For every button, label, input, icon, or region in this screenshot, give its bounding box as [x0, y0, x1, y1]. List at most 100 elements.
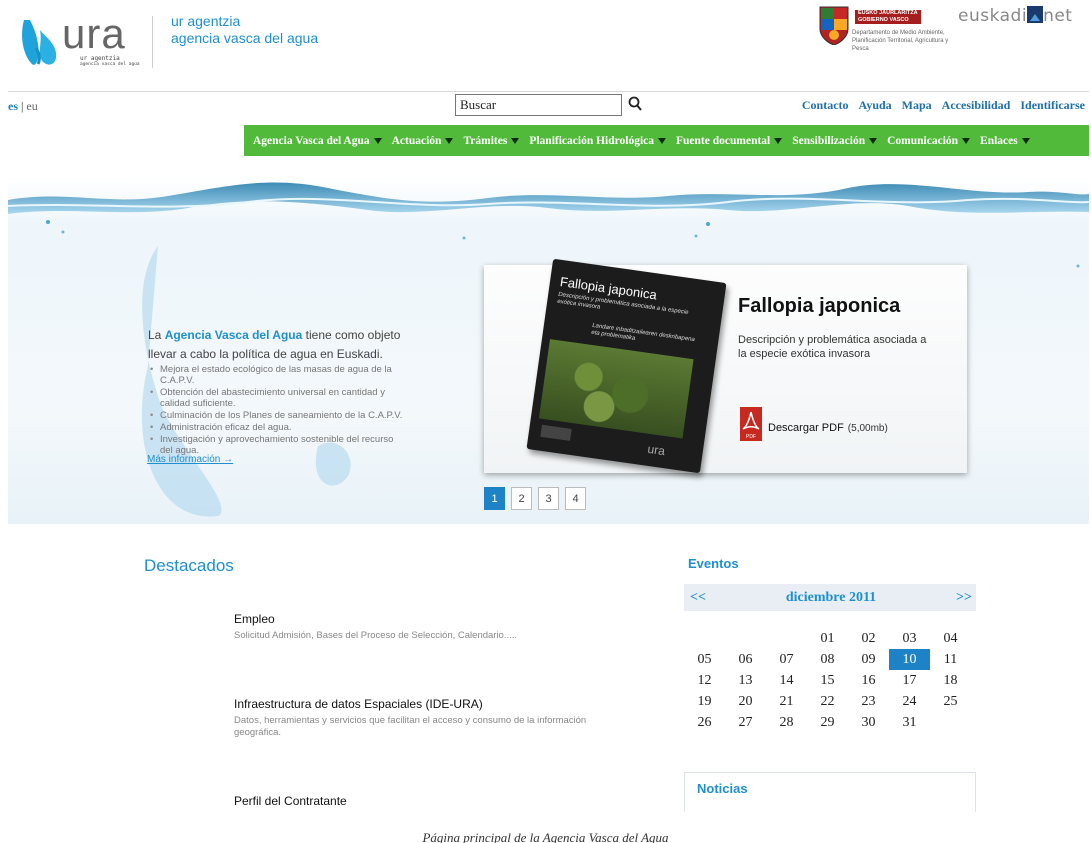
calendar-day[interactable]: 11	[930, 649, 971, 670]
destacado-title: Infraestructura de datos Espaciales (IDE…	[234, 697, 483, 711]
destacado-perfil[interactable]: Perfil del Contratante	[234, 794, 604, 808]
calendar-day[interactable]: 25	[930, 691, 971, 712]
dropdown-arrow-icon	[658, 137, 667, 144]
dropdown-arrow-icon	[869, 137, 878, 144]
calendar-next-button[interactable]: >>	[956, 590, 972, 606]
calendar-day[interactable]: 28	[766, 712, 807, 733]
header: ura ur agentzia agencia vasca del agua u…	[0, 0, 1091, 90]
calendar-day[interactable]: 20	[725, 691, 766, 712]
calendar-day[interactable]: 12	[684, 670, 725, 691]
calendar-day[interactable]: 02	[848, 628, 889, 649]
lang-eu[interactable]: eu	[26, 99, 37, 113]
calendar-day[interactable]: 22	[807, 691, 848, 712]
nav-fuente[interactable]: Fuente documental	[676, 135, 783, 147]
dropdown-arrow-icon	[1021, 137, 1030, 144]
calendar-day[interactable]: 04	[930, 628, 971, 649]
calendar-day[interactable]: 27	[725, 712, 766, 733]
dropdown-arrow-icon	[511, 137, 520, 144]
calendar-day[interactable]: 08	[807, 649, 848, 670]
calendar-day[interactable]: 07	[766, 649, 807, 670]
pdf-badge: PDF	[746, 434, 756, 440]
site-name: ur agentzia agencia vasca del agua	[171, 13, 318, 47]
site-name-line1: ur agentzia	[171, 13, 241, 29]
calendar-day[interactable]: 19	[684, 691, 725, 712]
card-title: Fallopia japonica	[738, 295, 901, 317]
lang-es[interactable]: es	[8, 99, 18, 113]
calendar-day[interactable]: 18	[930, 670, 971, 691]
coat-of-arms-icon	[819, 6, 849, 45]
calendar-day[interactable]: 21	[766, 691, 807, 712]
nav-tramites[interactable]: Trámites	[463, 134, 520, 147]
book-gov-mark	[540, 424, 572, 441]
calendar-day[interactable]: 15	[807, 670, 848, 691]
noticias-box: Noticias	[684, 772, 976, 812]
search-input[interactable]	[455, 94, 622, 116]
destacado-empleo[interactable]: Empleo Solicitud Admisión, Bases del Pro…	[234, 612, 604, 642]
logo-subtitle-line2: agencia vasca del agua	[80, 62, 140, 67]
list-item: Administración eficaz del agua.	[148, 422, 403, 433]
header-divider	[8, 91, 1089, 92]
link-identificarse[interactable]: Identificarse	[1020, 98, 1085, 113]
calendar-day[interactable]: 29	[807, 712, 848, 733]
calendar-day[interactable]: 26	[684, 712, 725, 733]
nav-comunicacion[interactable]: Comunicación	[887, 135, 971, 147]
list-item: Mejora el estado ecológico de las masas …	[148, 364, 403, 386]
nav-sensibilizacion[interactable]: Sensibilización	[792, 134, 878, 147]
pager-page-3[interactable]: 3	[538, 487, 559, 510]
calendar-day[interactable]: 14	[766, 670, 807, 691]
calendar-day[interactable]: 09	[848, 649, 889, 670]
calendar-prev-button[interactable]: <<	[690, 590, 706, 606]
language-switcher: es | eu	[8, 99, 38, 114]
calendar-day[interactable]: 06	[725, 649, 766, 670]
pager-page-4[interactable]: 4	[565, 487, 586, 510]
link-mapa[interactable]: Mapa	[902, 98, 932, 113]
calendar-empty-cell	[725, 628, 766, 649]
logo-wordmark: ura	[62, 10, 126, 57]
pager-page-1[interactable]: 1	[484, 487, 505, 510]
main-nav: Agencia Vasca del Agua Actuación Trámite…	[244, 125, 1089, 156]
pdf-icon[interactable]: PDF	[740, 407, 762, 441]
destacado-title: Empleo	[234, 612, 275, 626]
featured-card: Fallopia japonica Descripción y problemá…	[484, 258, 967, 474]
calendar-day[interactable]: 10	[889, 649, 930, 670]
euskadi-net-logo[interactable]: euskadi net	[958, 6, 1072, 26]
calendar-day[interactable]: 23	[848, 691, 889, 712]
gov-name-line2: GOBIERNO VASCO	[858, 17, 909, 23]
calendar-day[interactable]: 30	[848, 712, 889, 733]
link-ayuda[interactable]: Ayuda	[859, 98, 892, 113]
destacado-desc: Datos, herramientas y servicios que faci…	[234, 715, 587, 738]
ura-logo[interactable]: ura ur agentzia agencia vasca del agua	[18, 10, 148, 72]
slider-pager: 1 2 3 4	[484, 487, 586, 510]
gobierno-vasco-logo[interactable]: EUSKO JAURLARITZA GOBIERNO VASCO Departa…	[818, 5, 953, 67]
more-info-link[interactable]: Más información →	[147, 454, 233, 465]
calendar-day[interactable]: 16	[848, 670, 889, 691]
nav-enlaces[interactable]: Enlaces	[980, 135, 1030, 147]
list-item: Investigación y aprovechamiento sostenib…	[148, 434, 403, 456]
page-caption: Página principal de la Agencia Vasca del…	[422, 830, 669, 843]
calendar-day[interactable]: 24	[889, 691, 930, 712]
book-cover-image[interactable]: Fallopia japonica Descripción y problemá…	[526, 258, 727, 474]
link-accesibilidad[interactable]: Accesibilidad	[942, 98, 1011, 113]
gov-name-line1: EUSKO JAURLARITZA	[858, 10, 918, 16]
nav-planificacion[interactable]: Planificación Hidrológica	[529, 134, 667, 147]
pager-page-2[interactable]: 2	[511, 487, 532, 510]
plant-photo	[538, 339, 694, 439]
destacado-ide-ura[interactable]: Infraestructura de datos Espaciales (IDE…	[234, 697, 604, 739]
nav-actuacion[interactable]: Actuación	[392, 135, 454, 147]
noticias-title: Noticias	[697, 781, 748, 796]
calendar-header: << diciembre 2011 >>	[684, 584, 976, 611]
nav-label: Planificación Hidrológica	[529, 134, 655, 147]
link-contacto[interactable]: Contacto	[802, 98, 849, 113]
calendar-day[interactable]: 05	[684, 649, 725, 670]
nav-label: Trámites	[463, 134, 508, 147]
calendar-day[interactable]: 03	[889, 628, 930, 649]
nav-agencia[interactable]: Agencia Vasca del Agua	[253, 135, 382, 147]
nav-label: Sensibilización	[792, 134, 866, 147]
calendar-day[interactable]: 01	[807, 628, 848, 649]
download-pdf-link[interactable]: Descargar PDF (5,00mb)	[768, 422, 888, 434]
calendar-day[interactable]: 31	[889, 712, 930, 733]
calendar-day[interactable]: 13	[725, 670, 766, 691]
lang-separator: |	[21, 99, 24, 113]
calendar-day[interactable]: 17	[889, 670, 930, 691]
search-icon[interactable]	[627, 95, 643, 113]
